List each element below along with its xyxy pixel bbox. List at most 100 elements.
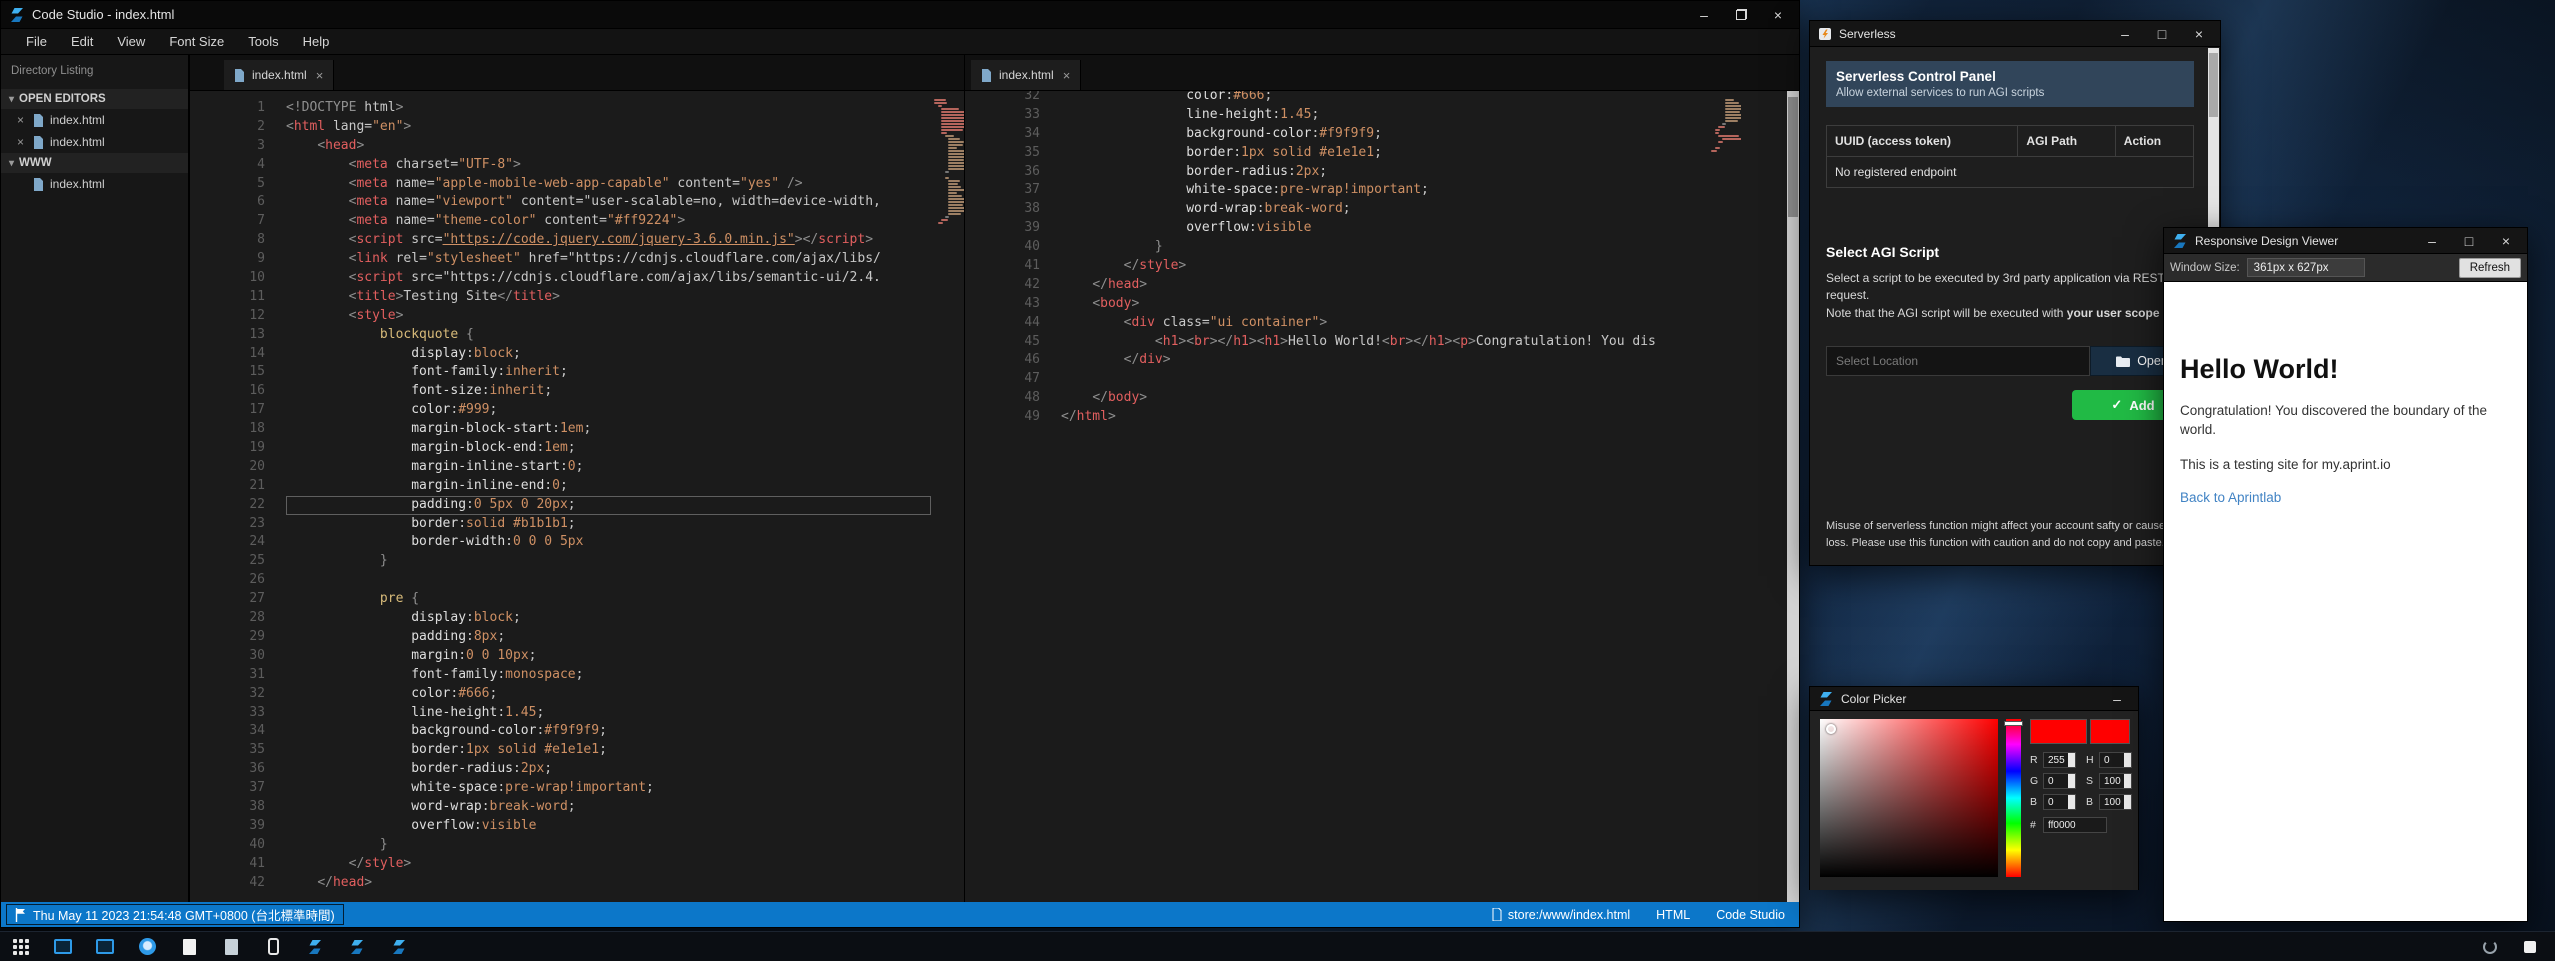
code-line[interactable]: padding:8px; [286, 628, 931, 647]
menu-item-help[interactable]: Help [292, 31, 341, 52]
menu-item-edit[interactable]: Edit [60, 31, 104, 52]
code-line[interactable]: border:1px solid #e1e1e1; [1061, 144, 1708, 163]
stepper-icon[interactable] [2124, 795, 2131, 809]
code-line[interactable]: border:1px solid #e1e1e1; [286, 741, 931, 760]
code-line[interactable]: <script src="https://code.jquery.com/jqu… [286, 231, 931, 250]
code-studio-icon[interactable] [302, 935, 328, 959]
stepper-icon[interactable] [2068, 795, 2075, 809]
hsb-b-input[interactable]: 100 [2099, 794, 2132, 810]
close-icon[interactable]: × [2184, 21, 2214, 46]
rgb-g-input[interactable]: 0 [2043, 773, 2076, 789]
code-line[interactable]: border-radius:2px; [286, 760, 931, 779]
color-selector-ring[interactable] [1826, 724, 1836, 734]
code-line[interactable]: background-color:#f9f9f9; [286, 722, 931, 741]
code-line[interactable]: <script src="https://cdnjs.cloudflare.co… [286, 269, 931, 288]
viewer-title-bar[interactable]: Responsive Design Viewer – □ × [2164, 228, 2527, 254]
restore-icon[interactable] [1726, 1, 1756, 28]
code-line[interactable]: </html> [1061, 408, 1708, 427]
maximize-icon[interactable]: □ [2147, 21, 2177, 46]
window-size-input[interactable] [2247, 258, 2365, 277]
sidebar-item-index.html[interactable]: index.html [1, 173, 188, 195]
code-line[interactable]: </style> [286, 855, 931, 874]
code-line[interactable]: <meta name="viewport" content="user-scal… [286, 193, 931, 212]
sidebar-item-index.html[interactable]: ×index.html [1, 131, 188, 153]
code-line[interactable]: font-family:inherit; [286, 363, 931, 382]
show-desktop-button[interactable] [2517, 935, 2543, 959]
code-line[interactable]: border:solid #b1b1b1; [286, 515, 931, 534]
code-line[interactable]: word-wrap:break-word; [1061, 200, 1708, 219]
mobile-device-icon[interactable] [260, 935, 286, 959]
code-line[interactable]: overflow:visible [286, 817, 931, 836]
menu-item-file[interactable]: File [15, 31, 58, 52]
code-line[interactable]: border-radius:2px; [1061, 163, 1708, 182]
code-line[interactable]: <link rel="stylesheet" href="https://cdn… [286, 250, 931, 269]
code-line[interactable]: color:#999; [286, 401, 931, 420]
tab-close-icon[interactable]: × [316, 68, 324, 83]
files-window-icon[interactable] [92, 935, 118, 959]
minimap-1[interactable] [931, 91, 964, 902]
code-line[interactable]: <meta charset="UTF-8"> [286, 156, 931, 175]
code-line[interactable]: color:#666; [1061, 91, 1708, 106]
minimize-icon[interactable]: – [2102, 687, 2132, 710]
code-line[interactable]: margin-inline-start:0; [286, 458, 931, 477]
hue-slider-handle[interactable] [2004, 721, 2023, 726]
editor-scrollbar[interactable] [1787, 91, 1799, 902]
code-line[interactable]: border-width:0 0 0 5px [286, 533, 931, 552]
rgb-r-input[interactable]: 255 [2043, 752, 2076, 768]
code-line[interactable] [1061, 370, 1708, 389]
saturation-value-area[interactable] [1820, 719, 1998, 877]
code-line[interactable]: <style> [286, 307, 931, 326]
stepper-icon[interactable] [2068, 753, 2075, 767]
code-line[interactable]: font-size:inherit; [286, 382, 931, 401]
code-line[interactable]: <body> [1061, 295, 1708, 314]
serverless-title-bar[interactable]: Serverless – □ × [1810, 21, 2220, 47]
sidebar-item-index.html[interactable]: ×index.html [1, 109, 188, 131]
code-line[interactable]: <head> [286, 137, 931, 156]
code-line[interactable]: white-space:pre-wrap!important; [286, 779, 931, 798]
spinner-icon[interactable] [2477, 935, 2503, 959]
status-datetime[interactable]: Thu May 11 2023 21:54:48 GMT+0800 (台北標準時… [6, 904, 344, 925]
hsb-h-input[interactable]: 0 [2099, 752, 2132, 768]
code-line[interactable]: font-family:monospace; [286, 666, 931, 685]
code-line[interactable]: } [1061, 238, 1708, 257]
text-file-icon[interactable] [176, 935, 202, 959]
close-icon[interactable]: × [17, 113, 27, 127]
code-line[interactable]: </div> [1061, 351, 1708, 370]
code-line[interactable]: display:block; [286, 345, 931, 364]
stepper-icon[interactable] [2068, 774, 2075, 788]
minimize-icon[interactable]: – [1689, 1, 1719, 28]
code-line[interactable]: <div class="ui container"> [1061, 314, 1708, 333]
code-studio-icon[interactable] [344, 935, 370, 959]
refresh-button[interactable]: Refresh [2459, 258, 2521, 278]
tab-index-html[interactable]: index.html × [971, 60, 1081, 90]
code-line[interactable]: <meta name="theme-color" content="#ff922… [286, 212, 931, 231]
sidebar-section-open-editors[interactable]: ▾OPEN EDITORS [1, 89, 188, 109]
close-icon[interactable]: × [1763, 1, 1793, 28]
code-line[interactable]: </body> [1061, 389, 1708, 408]
code-line[interactable]: overflow:visible [1061, 219, 1708, 238]
back-to-aprintlab-link[interactable]: Back to Aprintlab [2180, 490, 2281, 505]
code-line[interactable]: margin-inline-end:0; [286, 477, 931, 496]
code-line[interactable]: </head> [286, 874, 931, 893]
document-icon[interactable] [218, 935, 244, 959]
code-line[interactable]: </style> [1061, 257, 1708, 276]
code-line[interactable]: padding:0 5px 0 20px; [286, 496, 931, 515]
code-line[interactable]: white-space:pre-wrap!important; [1061, 181, 1708, 200]
code-line[interactable] [286, 571, 931, 590]
code-line[interactable]: background-color:#f9f9f9; [1061, 125, 1708, 144]
code-line[interactable]: <title>Testing Site</title> [286, 288, 931, 307]
sidebar-section-www[interactable]: ▾WWW [1, 153, 188, 173]
maximize-icon[interactable]: □ [2454, 228, 2484, 253]
code-line[interactable]: pre { [286, 590, 931, 609]
tab-close-icon[interactable]: × [1063, 68, 1071, 83]
browser-icon[interactable] [134, 935, 160, 959]
minimize-icon[interactable]: – [2110, 21, 2140, 46]
code-line[interactable]: blockquote { [286, 326, 931, 345]
code-line[interactable]: <!DOCTYPE html> [286, 99, 931, 118]
minimap-2[interactable] [1708, 91, 1741, 902]
close-icon[interactable]: × [17, 135, 27, 149]
hue-slider[interactable] [2006, 719, 2021, 877]
select-location-input[interactable] [1826, 346, 2090, 376]
code-line[interactable]: } [286, 552, 931, 571]
code-line[interactable]: <html lang="en"> [286, 118, 931, 137]
